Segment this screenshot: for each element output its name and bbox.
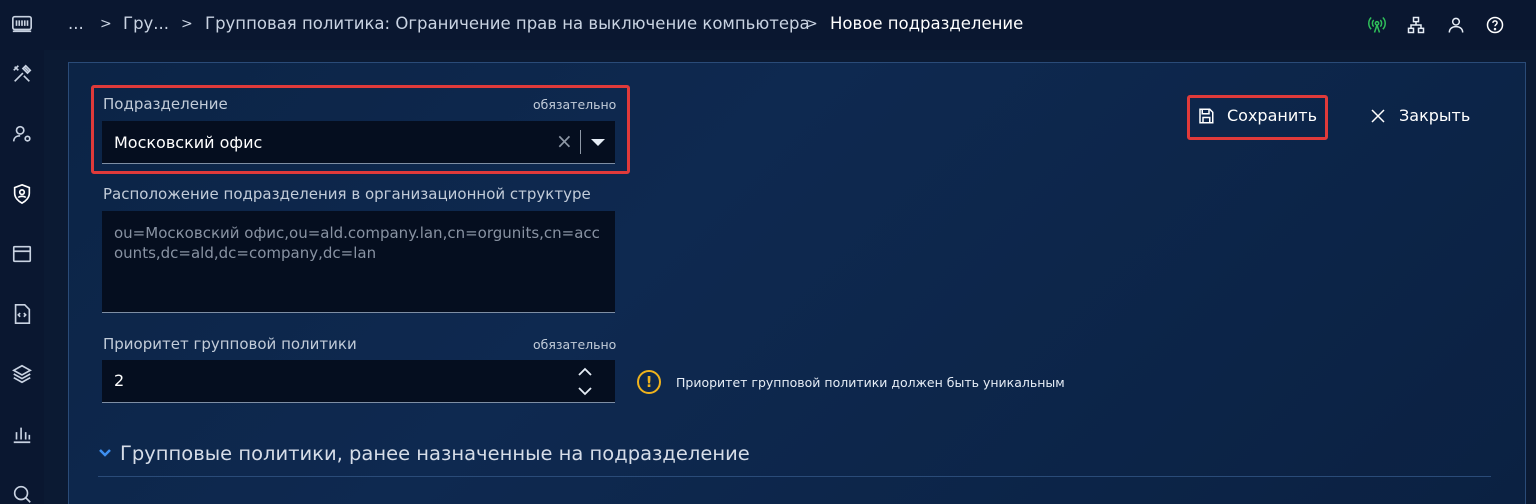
window-icon[interactable] (10, 242, 34, 266)
priority-hint: Приоритет групповой политики должен быть… (676, 375, 1065, 390)
network-icon[interactable] (1405, 14, 1427, 36)
close-icon (1371, 108, 1385, 123)
bar-chart-icon[interactable] (10, 422, 34, 446)
chevron-down-icon (98, 442, 112, 465)
subdivision-select[interactable]: Московский офис × (102, 121, 615, 164)
save-button-label: Сохранить (1227, 106, 1317, 125)
subdivision-label: Подразделение (103, 95, 228, 113)
priority-required-label: обязательно (533, 337, 617, 352)
app-logo-icon[interactable] (10, 12, 34, 36)
location-textarea[interactable]: ou=Московский офис,ou=ald.company.lan,cn… (102, 211, 615, 313)
floppy-disk-icon (1199, 108, 1214, 123)
top-bar: ... > Гру... > Групповая политика: Огран… (44, 0, 1536, 50)
priority-label: Приоритет групповой политики (103, 335, 357, 353)
sidebar (0, 0, 44, 504)
breadcrumb-separator: > (181, 16, 193, 32)
breadcrumb-separator: > (100, 16, 112, 32)
help-icon[interactable] (1484, 14, 1506, 36)
user-icon[interactable] (1445, 14, 1467, 36)
priority-input-value: 2 (114, 371, 125, 390)
close-button-label: Закрыть (1399, 106, 1471, 125)
chevron-down-icon[interactable] (591, 139, 605, 146)
breadcrumb-current: Новое подразделение (830, 14, 1024, 33)
code-file-icon[interactable] (10, 302, 34, 326)
section-title: Групповые политики, ранее назначенные на… (120, 442, 750, 465)
layers-icon[interactable] (10, 362, 34, 386)
subdivision-select-value: Московский офис (114, 133, 263, 152)
save-button[interactable]: Сохранить (1197, 106, 1317, 125)
select-divider (580, 130, 581, 154)
user-shield-icon[interactable] (10, 182, 34, 206)
search-icon[interactable] (10, 482, 34, 504)
stepper-up-icon[interactable] (578, 367, 592, 377)
user-settings-icon[interactable] (10, 122, 34, 146)
breadcrumb-ellipsis[interactable]: ... (68, 14, 84, 33)
breadcrumb-item-group[interactable]: Гру... (123, 14, 169, 33)
tools-icon[interactable] (10, 62, 34, 86)
breadcrumb-item-policy[interactable]: Групповая политика: Ограничение прав на … (205, 14, 810, 33)
warning-icon: ! (637, 370, 661, 394)
assigned-policies-section-toggle[interactable]: Групповые политики, ранее назначенные на… (98, 442, 750, 465)
section-divider (98, 476, 1491, 477)
signal-icon[interactable] (1366, 14, 1388, 36)
location-label: Расположение подразделения в организацио… (103, 185, 591, 203)
breadcrumb-separator: > (806, 16, 818, 32)
stepper-down-icon[interactable] (578, 386, 592, 396)
subdivision-required-label: обязательно (533, 97, 617, 112)
priority-input[interactable]: 2 (102, 360, 615, 403)
clear-icon[interactable]: × (556, 129, 573, 153)
close-button[interactable]: Закрыть (1369, 106, 1470, 125)
